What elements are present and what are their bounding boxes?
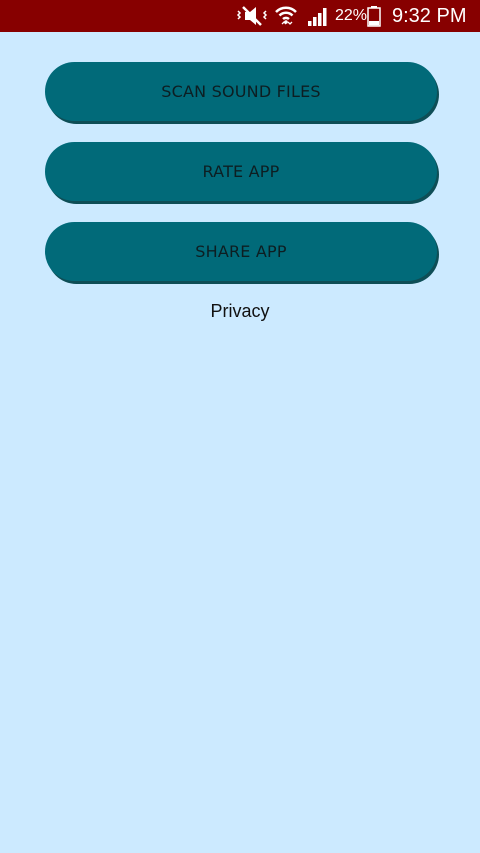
mute-icon	[236, 4, 268, 28]
wifi-icon	[273, 4, 299, 28]
signal-icon	[306, 4, 330, 28]
rate-app-button[interactable]: RATE APP	[45, 142, 437, 201]
scan-sound-files-button[interactable]: SCAN SOUND FILES	[45, 62, 437, 121]
privacy-link[interactable]: Privacy	[0, 301, 480, 322]
share-app-button[interactable]: SHARE APP	[45, 222, 437, 281]
battery-icon	[366, 4, 382, 28]
battery-percent: 22%	[335, 7, 368, 24]
status-time: 9:32 PM	[392, 5, 467, 27]
status-bar: 22% 9:32 PM	[0, 0, 480, 32]
main-content: SCAN SOUND FILES RATE APP SHARE APP Priv…	[0, 32, 480, 853]
